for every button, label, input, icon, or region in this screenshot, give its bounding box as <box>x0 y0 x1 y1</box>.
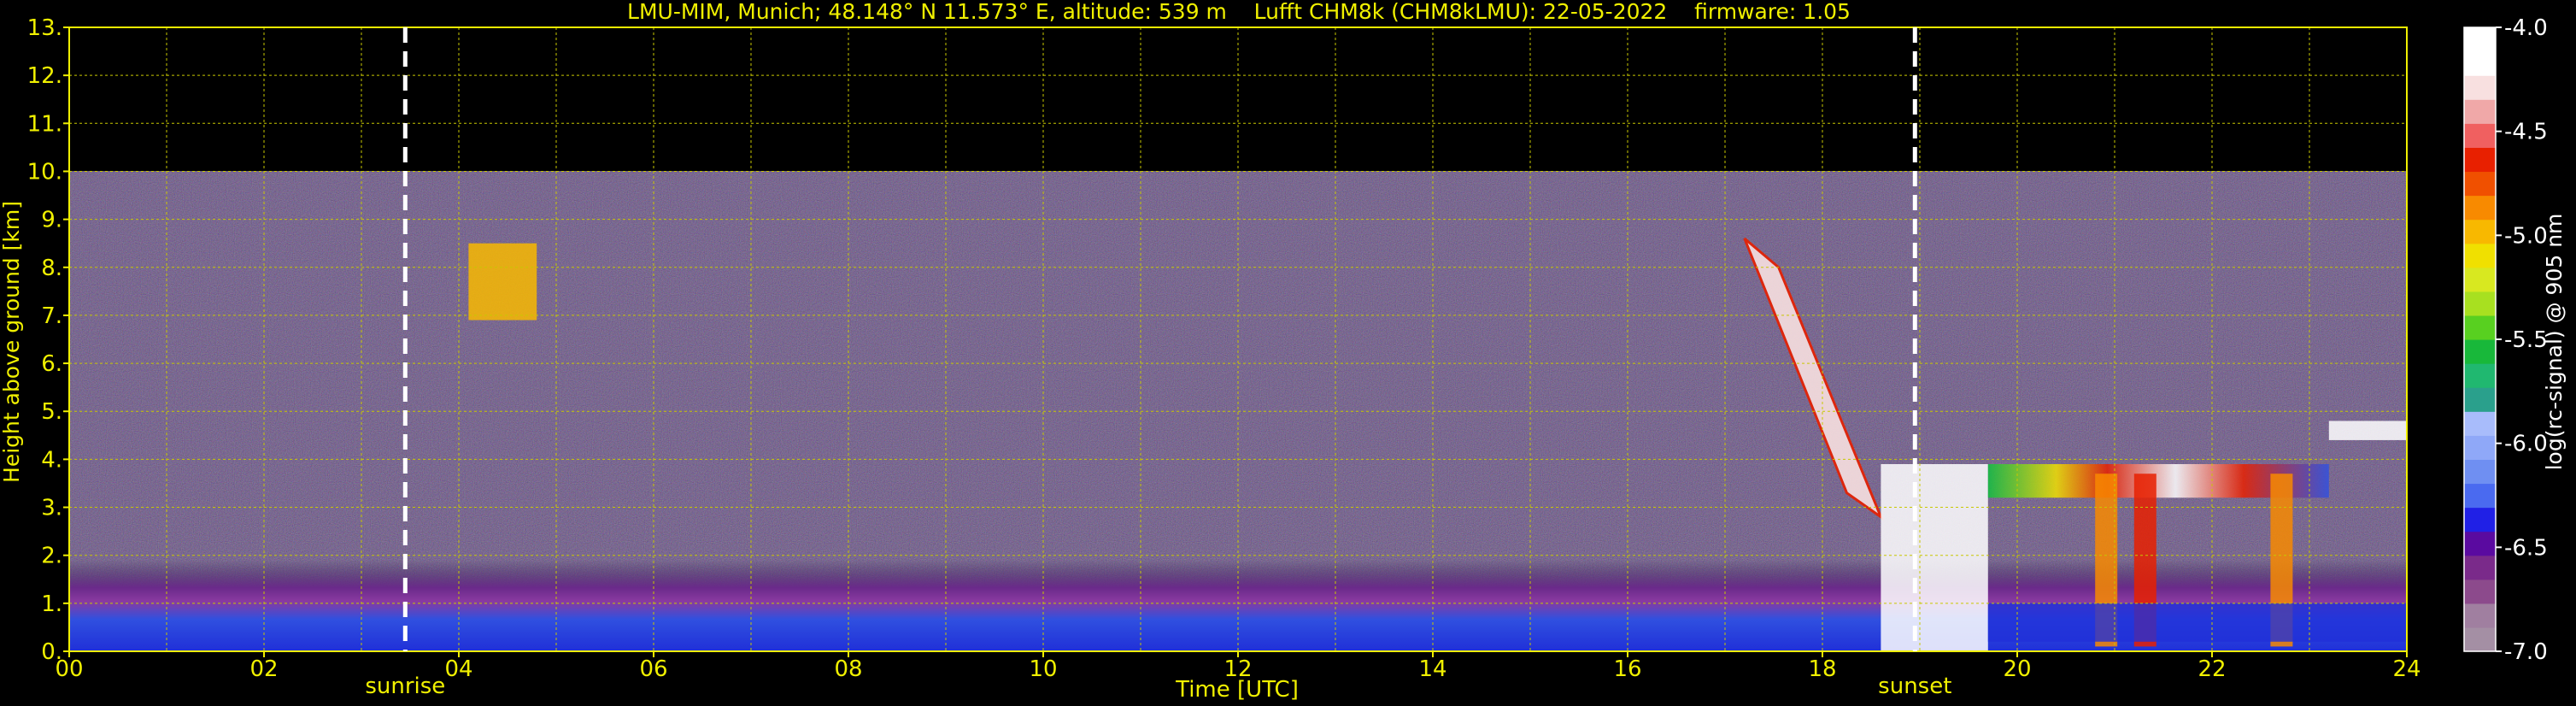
x-tick-label: 20 <box>2003 656 2031 682</box>
colorbar-swatch <box>2464 27 2496 52</box>
colorbar-tick-label: -6.5 <box>2504 535 2548 561</box>
colorbar-tick-label: -4.0 <box>2504 15 2548 41</box>
colorbar-swatch <box>2464 555 2496 580</box>
colorbar-label: log(rc-signal) @ 905 nm <box>2542 214 2567 471</box>
colorbar-swatch <box>2464 507 2496 532</box>
colorbar-tick-label: -4.5 <box>2504 120 2548 145</box>
colorbar: -4.0-4.5-5.0-5.5-6.0-6.5-7.0 <box>2463 15 2548 665</box>
colorbar-swatch <box>2464 195 2496 221</box>
y-tick-label: 2. <box>41 544 62 569</box>
colorbar-swatch <box>2464 627 2496 652</box>
y-tick-label: 7. <box>41 303 62 329</box>
colorbar-swatch <box>2464 459 2496 485</box>
sunrise-label: sunrise <box>365 674 445 699</box>
y-tick-label: 6. <box>41 351 62 377</box>
colorbar-tick-label: -7.0 <box>2504 639 2548 665</box>
x-tick-label: 08 <box>834 656 862 682</box>
colorbar-swatch <box>2464 219 2496 244</box>
ceilometer-chart: LMU-MIM, Munich; 48.148° N 11.573° E, al… <box>0 0 2567 703</box>
x-tick-label: 14 <box>1418 656 1446 682</box>
y-tick-label: 11. <box>27 111 62 137</box>
x-tick-label: 24 <box>2392 656 2421 682</box>
colorbar-swatch <box>2464 531 2496 556</box>
feature-broken-cloud-layer-base <box>1987 603 2407 642</box>
x-tick-label: 06 <box>639 656 667 682</box>
colorbar-swatch <box>2464 123 2496 148</box>
colorbar-swatch <box>2464 363 2496 388</box>
y-axis-label: Height above ground [km] <box>0 201 24 483</box>
x-tick-label: 16 <box>1613 656 1641 682</box>
y-tick-label: 10. <box>27 159 62 185</box>
colorbar-swatch <box>2464 339 2496 364</box>
y-tick-label: 0. <box>41 639 62 665</box>
colorbar-swatch <box>2464 483 2496 509</box>
colorbar-swatch <box>2464 267 2496 292</box>
colorbar-swatch <box>2464 411 2496 436</box>
y-tick-label: 5. <box>41 399 62 425</box>
colorbar-swatch <box>2464 147 2496 173</box>
colorbar-swatch <box>2464 315 2496 340</box>
feature-elevated-layer <box>2328 421 2407 440</box>
x-tick-label: 18 <box>1808 656 1836 682</box>
colorbar-swatch <box>2464 387 2496 412</box>
y-tick-label: 4. <box>41 447 62 473</box>
plot-area <box>68 26 2408 652</box>
y-tick-label: 8. <box>41 256 62 281</box>
colorbar-swatch <box>2464 603 2496 628</box>
colorbar-swatch <box>2464 51 2496 76</box>
x-tick-label: 04 <box>444 656 472 682</box>
x-tick-label: 02 <box>249 656 278 682</box>
x-tick-label: 12 <box>1223 656 1252 682</box>
feature-cirrus <box>468 243 537 321</box>
y-tick-label: 1. <box>41 591 62 617</box>
colorbar-swatch <box>2464 291 2496 316</box>
colorbar-swatch <box>2464 435 2496 460</box>
x-tick-label: 22 <box>2198 656 2226 682</box>
colorbar-swatch <box>2464 99 2496 124</box>
colorbar-swatch <box>2464 579 2496 604</box>
y-tick-label: 3. <box>41 496 62 521</box>
y-tick-label: 13. <box>27 15 62 41</box>
sunset-label: sunset <box>1878 674 1951 699</box>
x-tick-label: 10 <box>1029 656 1057 682</box>
y-tick-label: 12. <box>27 63 62 89</box>
colorbar-swatch <box>2464 243 2496 268</box>
feature-evening-cloud <box>1881 464 1988 651</box>
y-tick-label: 9. <box>41 208 62 233</box>
y-axis-ticks: 0. 1. 2. 3. 4. 5. 6. 7. 8. 9. 10. 11. 12. 13. <box>27 15 69 665</box>
chart-title: LMU-MIM, Munich; 48.148° N 11.573° E, al… <box>627 0 1851 24</box>
colorbar-swatch <box>2464 75 2496 100</box>
colorbar-swatch <box>2464 171 2496 197</box>
